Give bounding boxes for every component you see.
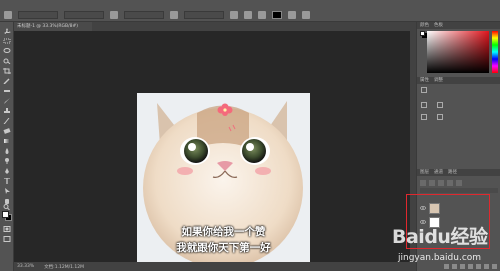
cat-meme-image[interactable]: 如果你给我一个赞 我就跟你天下第一好 bbox=[137, 93, 310, 262]
crop-tool-icon[interactable] bbox=[3, 68, 11, 74]
warp-text-icon[interactable] bbox=[288, 10, 296, 19]
document-tab-bar: 未标题-1 @ 33.3%(RGB/8#) bbox=[14, 22, 410, 31]
antialias-select[interactable] bbox=[184, 10, 224, 19]
marquee-tool-icon[interactable] bbox=[3, 38, 11, 44]
filter-shape-icon[interactable] bbox=[447, 180, 453, 186]
layers-panel-tabs: 图层 通道 路径 bbox=[417, 169, 500, 176]
tool-preset-icon[interactable] bbox=[4, 10, 12, 19]
font-family-select[interactable] bbox=[18, 10, 58, 19]
eyedropper-tool-icon[interactable] bbox=[3, 78, 11, 84]
tab-layers[interactable]: 图层 bbox=[420, 169, 429, 176]
properties-panel-tabs: 属性 调整 bbox=[417, 77, 500, 84]
clone-stamp-tool-icon[interactable] bbox=[3, 108, 11, 114]
tab-channels[interactable]: 通道 bbox=[434, 169, 443, 176]
tab-color[interactable]: 颜色 bbox=[420, 22, 429, 29]
width-icon bbox=[421, 102, 427, 108]
x-position-icon bbox=[421, 114, 427, 120]
baidu-jingyan-watermark: Baidu经验 jingyan.baidu.com bbox=[392, 222, 500, 271]
properties-position-row bbox=[421, 114, 443, 120]
tab-properties[interactable]: 属性 bbox=[420, 77, 429, 84]
brush-tool-icon[interactable] bbox=[3, 98, 11, 104]
color-panel-tabs: 颜色 色板 bbox=[417, 22, 500, 29]
caption-line-1: 如果你给我一个赞 bbox=[181, 226, 266, 238]
tab-paths[interactable]: 路径 bbox=[448, 169, 457, 176]
menu-bar bbox=[0, 0, 500, 8]
canvas-area[interactable]: 如果你给我一个赞 我就跟你天下第一好 bbox=[14, 31, 410, 262]
blur-tool-icon[interactable] bbox=[3, 148, 11, 154]
properties-size-row bbox=[421, 102, 443, 108]
filter-adjustment-icon[interactable] bbox=[429, 180, 435, 186]
hue-slider[interactable] bbox=[492, 31, 498, 73]
screen-mode-icon[interactable] bbox=[3, 236, 11, 242]
antialias-icon bbox=[170, 10, 178, 19]
move-tool-icon[interactable] bbox=[3, 28, 11, 34]
path-select-tool-icon[interactable] bbox=[3, 188, 11, 194]
character-panel-icon[interactable] bbox=[302, 10, 310, 19]
font-style-select[interactable] bbox=[64, 10, 104, 19]
pen-tool-icon[interactable] bbox=[3, 168, 11, 174]
tab-swatches[interactable]: 色板 bbox=[434, 22, 443, 29]
align-center-icon[interactable] bbox=[244, 10, 252, 19]
filter-type-icon[interactable] bbox=[438, 180, 444, 186]
quick-mask-icon[interactable] bbox=[3, 226, 11, 232]
layer-filter-buttons bbox=[420, 180, 498, 186]
watermark-brand: Baidu经验 bbox=[392, 226, 488, 248]
history-brush-tool-icon[interactable] bbox=[3, 118, 11, 124]
y-position-icon bbox=[437, 114, 443, 120]
caption-line-2: 我就跟你天下第一好 bbox=[176, 242, 271, 254]
font-size-field[interactable] bbox=[124, 10, 164, 19]
document-tab[interactable]: 未标题-1 @ 33.3%(RGB/8#) bbox=[14, 22, 92, 31]
align-left-icon[interactable] bbox=[230, 10, 238, 19]
blend-mode-select[interactable] bbox=[420, 188, 498, 193]
document-properties-icon bbox=[421, 87, 427, 93]
font-size-icon bbox=[110, 10, 118, 19]
gradient-tool-icon[interactable] bbox=[3, 138, 11, 144]
foreground-color-swatch[interactable] bbox=[2, 211, 9, 218]
options-bar bbox=[0, 8, 500, 22]
document-info: 文档:1.12M/1.12M bbox=[44, 264, 85, 270]
eraser-tool-icon[interactable] bbox=[3, 128, 11, 134]
panel-foreground-chip[interactable] bbox=[420, 31, 425, 36]
tab-adjustments[interactable]: 调整 bbox=[434, 77, 443, 84]
height-icon bbox=[437, 102, 443, 108]
dodge-tool-icon[interactable] bbox=[3, 158, 11, 164]
status-bar: 33.33% 文档:1.12M/1.12M bbox=[14, 262, 410, 271]
color-picker-field[interactable] bbox=[427, 31, 489, 73]
quick-select-tool-icon[interactable] bbox=[3, 58, 11, 64]
color-swatches[interactable] bbox=[2, 211, 12, 221]
tools-panel bbox=[0, 22, 14, 271]
watermark-url: jingyan.baidu.com bbox=[398, 253, 482, 263]
properties-row bbox=[421, 87, 427, 93]
healing-brush-tool-icon[interactable] bbox=[3, 88, 11, 94]
align-right-icon[interactable] bbox=[258, 10, 266, 19]
panel-color-chips[interactable] bbox=[420, 31, 427, 38]
type-tool-icon[interactable] bbox=[3, 178, 11, 184]
filter-smart-object-icon[interactable] bbox=[456, 180, 462, 186]
text-color-swatch[interactable] bbox=[272, 10, 282, 19]
lasso-tool-icon[interactable] bbox=[3, 48, 11, 54]
filter-pixel-icon[interactable] bbox=[420, 180, 426, 186]
zoom-tool-icon[interactable] bbox=[3, 204, 11, 210]
zoom-level[interactable]: 33.33% bbox=[17, 264, 34, 269]
